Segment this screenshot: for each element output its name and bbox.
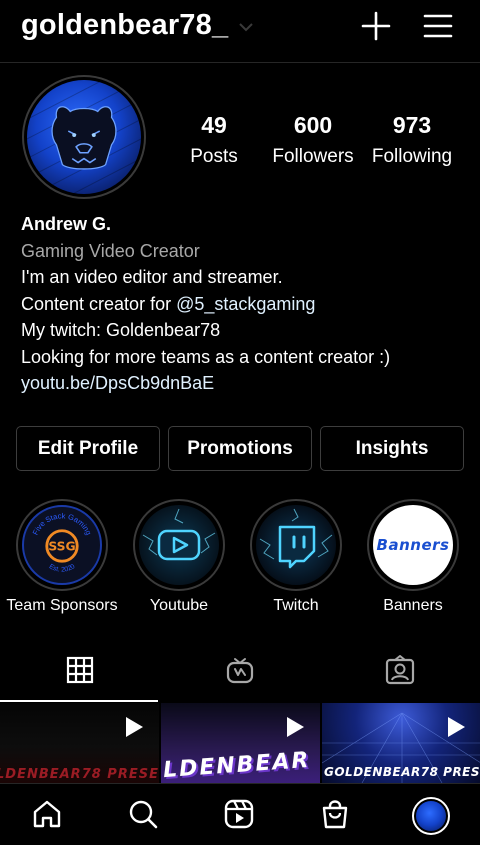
highlight-label: Team Sponsors xyxy=(6,597,118,614)
tab-igtv[interactable] xyxy=(160,640,320,700)
active-tab-indicator xyxy=(0,700,158,702)
twitch-highlight-cover xyxy=(256,505,336,585)
post-caption-art: GOLDENBEAR78 PRESENTS xyxy=(324,765,480,779)
nav-reels[interactable] xyxy=(221,796,257,832)
highlight-ring: Banners xyxy=(367,499,459,591)
post-thumbnail[interactable]: LDENBEAR xyxy=(161,703,320,783)
reel-play-icon xyxy=(448,717,465,737)
tagged-user-icon xyxy=(385,655,415,685)
posts-grid: LDENBEAR78 PRESE LDENBEAR GOLDENBEAR78 P… xyxy=(0,703,480,783)
bear-logo-avatar xyxy=(27,80,141,194)
igtv-icon xyxy=(226,658,254,684)
bio-text: Content creator for xyxy=(21,293,177,314)
youtube-play-icon xyxy=(142,508,216,561)
bear-icon xyxy=(27,80,141,194)
highlight-ring: Five Stack Gaming SSG Est. 2020 xyxy=(16,499,108,591)
post-caption-art: LDENBEAR xyxy=(162,747,312,783)
highlight-ring xyxy=(133,499,225,591)
twitch-icon xyxy=(259,508,333,569)
reel-play-icon xyxy=(287,717,304,737)
stat-value: 49 xyxy=(201,112,227,138)
avatar-mini xyxy=(416,801,446,831)
edit-profile-button[interactable]: Edit Profile xyxy=(16,426,160,471)
ring-text-bottom: Est. 2020 xyxy=(48,563,77,574)
promotions-button[interactable]: Promotions xyxy=(168,426,312,471)
search-icon xyxy=(129,800,158,829)
stat-label: Followers xyxy=(272,146,354,167)
stat-label: Posts xyxy=(190,146,238,167)
banners-logo-text: Banners xyxy=(376,536,450,554)
ssg-badge-icon: Five Stack Gaming SSG Est. 2020 xyxy=(31,511,94,574)
following-count[interactable]: 973 Following xyxy=(366,112,458,168)
youtube-highlight-cover xyxy=(139,505,219,585)
mention-link[interactable]: @5_stackgaming xyxy=(176,294,315,314)
bio-line: I'm an video editor and streamer. xyxy=(21,267,283,287)
stat-value: 600 xyxy=(293,112,333,138)
insights-button[interactable]: Insights xyxy=(320,426,464,471)
reel-play-icon xyxy=(126,717,143,737)
highlight-label: Youtube xyxy=(149,597,209,614)
top-bar: goldenbear78_ xyxy=(0,0,480,63)
highlight-label: Twitch xyxy=(273,597,319,614)
tab-tagged[interactable] xyxy=(320,640,480,700)
highlight-label: Banners xyxy=(383,597,443,614)
highlight-twitch[interactable]: Twitch xyxy=(236,499,356,615)
stat-label: Following xyxy=(371,146,453,167)
reels-icon xyxy=(224,799,254,829)
grid-icon xyxy=(66,656,94,684)
nav-shop[interactable] xyxy=(317,796,353,832)
ssg-logo: Five Stack Gaming SSG Est. 2020 xyxy=(22,505,102,585)
post-caption-art: LDENBEAR78 PRESE xyxy=(0,767,159,782)
new-post-plus-icon[interactable] xyxy=(360,10,392,42)
home-icon xyxy=(33,800,61,828)
nav-home[interactable] xyxy=(29,796,65,832)
bio-line: My twitch: Goldenbear78 xyxy=(21,320,221,340)
banners-highlight-cover: Banners xyxy=(373,505,453,585)
bottom-nav xyxy=(0,783,480,845)
post-thumbnail[interactable]: LDENBEAR78 PRESE xyxy=(0,703,159,783)
followers-count[interactable]: 600 Followers xyxy=(268,112,358,168)
tab-posts-grid[interactable] xyxy=(0,640,160,700)
shopping-bag-icon xyxy=(322,800,348,829)
highlight-ring xyxy=(250,499,342,591)
highlight-youtube[interactable]: Youtube xyxy=(119,499,239,615)
bio-line: Looking for more teams as a content crea… xyxy=(21,346,391,367)
profile-avatar[interactable] xyxy=(22,75,146,199)
chevron-down-icon[interactable] xyxy=(238,22,254,32)
profile-bio: Andrew G. Gaming Video Creator I'm an vi… xyxy=(21,211,471,397)
website-link[interactable]: youtu.be/DpsCb9dnBaE xyxy=(21,370,471,397)
username-switcher[interactable]: goldenbear78_ xyxy=(21,9,228,42)
profile-category: Gaming Video Creator xyxy=(21,240,200,261)
ssg-badge-text: SSG xyxy=(48,540,75,554)
hamburger-menu-icon[interactable] xyxy=(423,12,453,40)
highlight-banners[interactable]: Banners Banners xyxy=(353,499,473,615)
profile-tabs xyxy=(0,640,480,702)
highlight-team-sponsors[interactable]: Five Stack Gaming SSG Est. 2020 Team Spo… xyxy=(2,499,122,615)
post-thumbnail[interactable]: GOLDENBEAR78 PRESENTS xyxy=(322,703,480,783)
stat-value: 973 xyxy=(392,112,432,138)
posts-count[interactable]: 49 Posts xyxy=(178,112,250,168)
bio-line: Content creator for @5_stackgaming xyxy=(21,291,471,318)
nav-search[interactable] xyxy=(125,796,161,832)
nav-profile-avatar[interactable] xyxy=(412,797,450,835)
display-name: Andrew G. xyxy=(21,214,112,234)
